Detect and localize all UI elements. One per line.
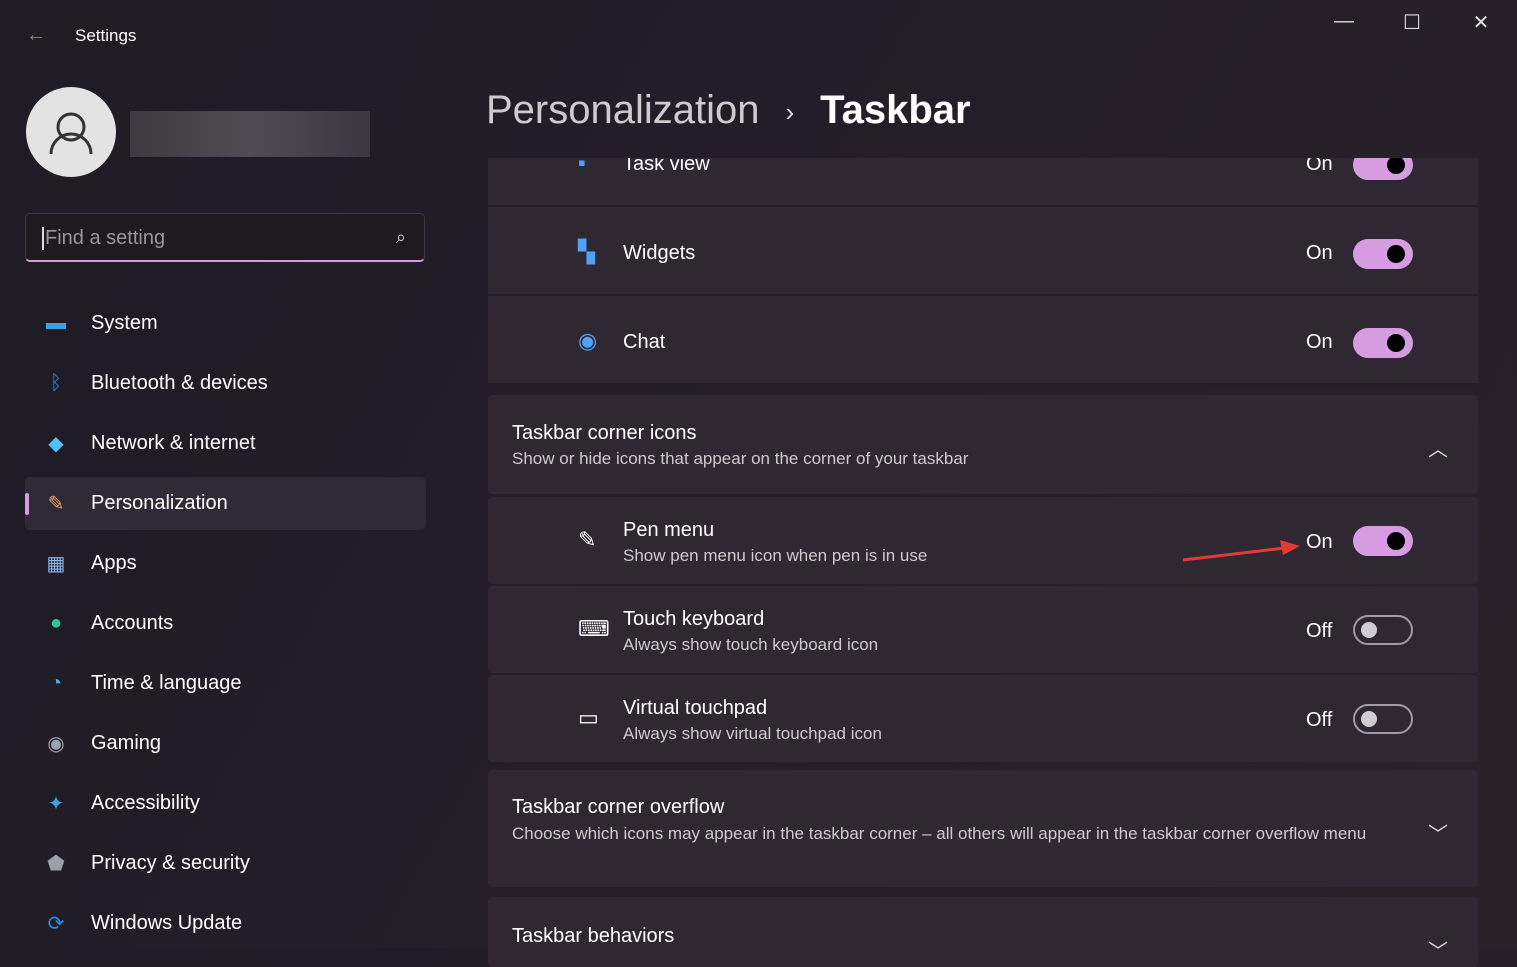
sidebar-item-label: Network & internet: [91, 432, 256, 455]
toggle-state: Off: [1306, 709, 1332, 732]
corner-icon-row: ✎ Pen menu Show pen menu icon when pen is …: [488, 497, 1478, 584]
item-label: Touch keyboard: [623, 608, 764, 631]
maximize-button[interactable]: ☐: [1397, 10, 1427, 38]
item-label: Virtual touchpad: [623, 697, 767, 720]
toggle-switch[interactable]: [1353, 150, 1413, 180]
section-subtitle: Show or hide icons that appear on the co…: [512, 447, 1392, 470]
item-icon: ⌨: [578, 616, 610, 642]
nav-icon: ▬: [42, 312, 70, 335]
taskbar-items-card: ▪ Task view On ▚ Widgets On ◉ Chat On: [488, 150, 1478, 385]
sidebar-item-system[interactable]: ▬ System: [25, 297, 426, 350]
toggle-state: On: [1306, 242, 1333, 265]
toggle-state: Off: [1306, 620, 1332, 643]
sidebar-item-label: System: [91, 312, 158, 335]
toggle-switch[interactable]: [1353, 239, 1413, 269]
breadcrumb-parent[interactable]: Personalization: [486, 88, 760, 132]
window-title: Settings: [75, 26, 136, 46]
avatar[interactable]: [26, 87, 116, 177]
toggle-switch[interactable]: [1353, 328, 1413, 358]
toggle-switch[interactable]: [1353, 615, 1413, 645]
account-name-redacted: [130, 111, 370, 157]
item-icon: ◉: [578, 328, 597, 354]
nav-icon: ⬟: [42, 851, 70, 876]
sidebar-item-gaming[interactable]: ◉ Gaming: [25, 717, 426, 770]
user-icon: [26, 87, 116, 177]
page-title: Taskbar: [820, 88, 970, 132]
section-title: Taskbar corner icons: [512, 422, 697, 445]
search-input[interactable]: Find a setting ⌕: [25, 213, 425, 262]
sidebar-item-network-internet[interactable]: ◆ Network & internet: [25, 417, 426, 470]
sidebar-item-label: Windows Update: [91, 912, 242, 935]
chevron-down-icon[interactable]: ﹀: [1428, 818, 1448, 847]
active-indicator: [25, 493, 29, 515]
back-button[interactable]: ←: [26, 24, 46, 47]
item-description: Show pen menu icon when pen is in use: [623, 546, 927, 566]
item-description: Always show virtual touchpad icon: [623, 724, 882, 744]
taskbar-item-row: ▪ Task view On: [488, 150, 1478, 207]
sidebar-item-label: Gaming: [91, 732, 161, 755]
corner-icon-row: ▭ Virtual touchpad Always show virtual tou…: [488, 675, 1478, 762]
sidebar-item-label: Accounts: [91, 612, 173, 635]
nav-icon: ▦: [42, 551, 70, 576]
corner-icon-row: ⌨ Touch keyboard Always show touch keyboar…: [488, 586, 1478, 673]
sidebar-item-privacy-security[interactable]: ⬟ Privacy & security: [25, 837, 426, 890]
toggle-switch[interactable]: [1353, 704, 1413, 734]
sidebar-item-accessibility[interactable]: ✦ Accessibility: [25, 777, 426, 830]
sidebar-item-time-language[interactable]: ◔ Time & language: [25, 657, 426, 710]
chevron-up-icon[interactable]: ︿: [1428, 433, 1448, 462]
sidebar-item-label: Apps: [91, 552, 137, 575]
item-label: Task view: [623, 153, 710, 176]
taskbar-item-row: ◉ Chat On: [488, 298, 1478, 385]
item-icon: ▚: [578, 239, 595, 265]
close-button[interactable]: ✕: [1466, 10, 1496, 38]
chevron-down-icon[interactable]: ﹀: [1428, 935, 1448, 964]
sidebar-item-windows-update[interactable]: ⟳ Windows Update: [25, 897, 426, 950]
toggle-state: On: [1306, 153, 1333, 176]
section-subtitle: Choose which icons may appear in the tas…: [512, 822, 1392, 845]
item-label: Widgets: [623, 242, 695, 265]
sidebar-item-accounts[interactable]: ● Accounts: [25, 597, 426, 650]
item-icon: ▭: [578, 705, 599, 731]
search-icon: ⌕: [395, 227, 406, 248]
nav-icon: ◔: [42, 672, 70, 695]
item-icon: ▪: [578, 150, 586, 176]
toggle-state: On: [1306, 331, 1333, 354]
nav-icon: ✎: [42, 491, 70, 516]
breadcrumb-separator: ›: [786, 97, 795, 127]
nav-icon: ᛒ: [42, 372, 70, 395]
item-description: Always show touch keyboard icon: [623, 635, 878, 655]
sidebar-item-label: Accessibility: [91, 792, 200, 815]
item-label: Chat: [623, 331, 665, 354]
nav-icon: ⟳: [42, 911, 70, 936]
red-arrow-annotation: [1180, 535, 1305, 565]
corner-overflow-header[interactable]: Taskbar corner overflow Choose which ico…: [488, 770, 1478, 887]
sidebar-item-label: Bluetooth & devices: [91, 372, 268, 395]
sidebar-item-bluetooth-devices[interactable]: ᛒ Bluetooth & devices: [25, 357, 426, 410]
nav-icon: ◉: [42, 731, 70, 756]
minimize-button[interactable]: —: [1329, 10, 1359, 38]
sidebar-item-apps[interactable]: ▦ Apps: [25, 537, 426, 590]
section-title: Taskbar corner overflow: [512, 796, 724, 819]
item-label: Pen menu: [623, 519, 714, 542]
sidebar-item-personalization[interactable]: ✎ Personalization: [25, 477, 426, 530]
taskbar-item-row: ▚ Widgets On: [488, 209, 1478, 296]
section-title: Taskbar behaviors: [512, 925, 674, 948]
nav-icon: ●: [42, 612, 70, 635]
corner-icons-header[interactable]: Taskbar corner icons Show or hide icons …: [488, 395, 1478, 494]
sidebar-item-label: Personalization: [91, 492, 228, 515]
item-icon: ✎: [578, 527, 596, 553]
search-placeholder: Find a setting: [42, 227, 165, 250]
breadcrumb: Personalization › Taskbar: [486, 88, 971, 133]
toggle-switch[interactable]: [1353, 526, 1413, 556]
nav-icon: ◆: [42, 431, 70, 456]
taskbar-behaviors-header[interactable]: Taskbar behaviors ﹀: [488, 897, 1478, 967]
sidebar-item-label: Privacy & security: [91, 852, 250, 875]
nav-icon: ✦: [42, 791, 70, 816]
toggle-state: On: [1306, 531, 1333, 554]
sidebar-item-label: Time & language: [91, 672, 241, 695]
